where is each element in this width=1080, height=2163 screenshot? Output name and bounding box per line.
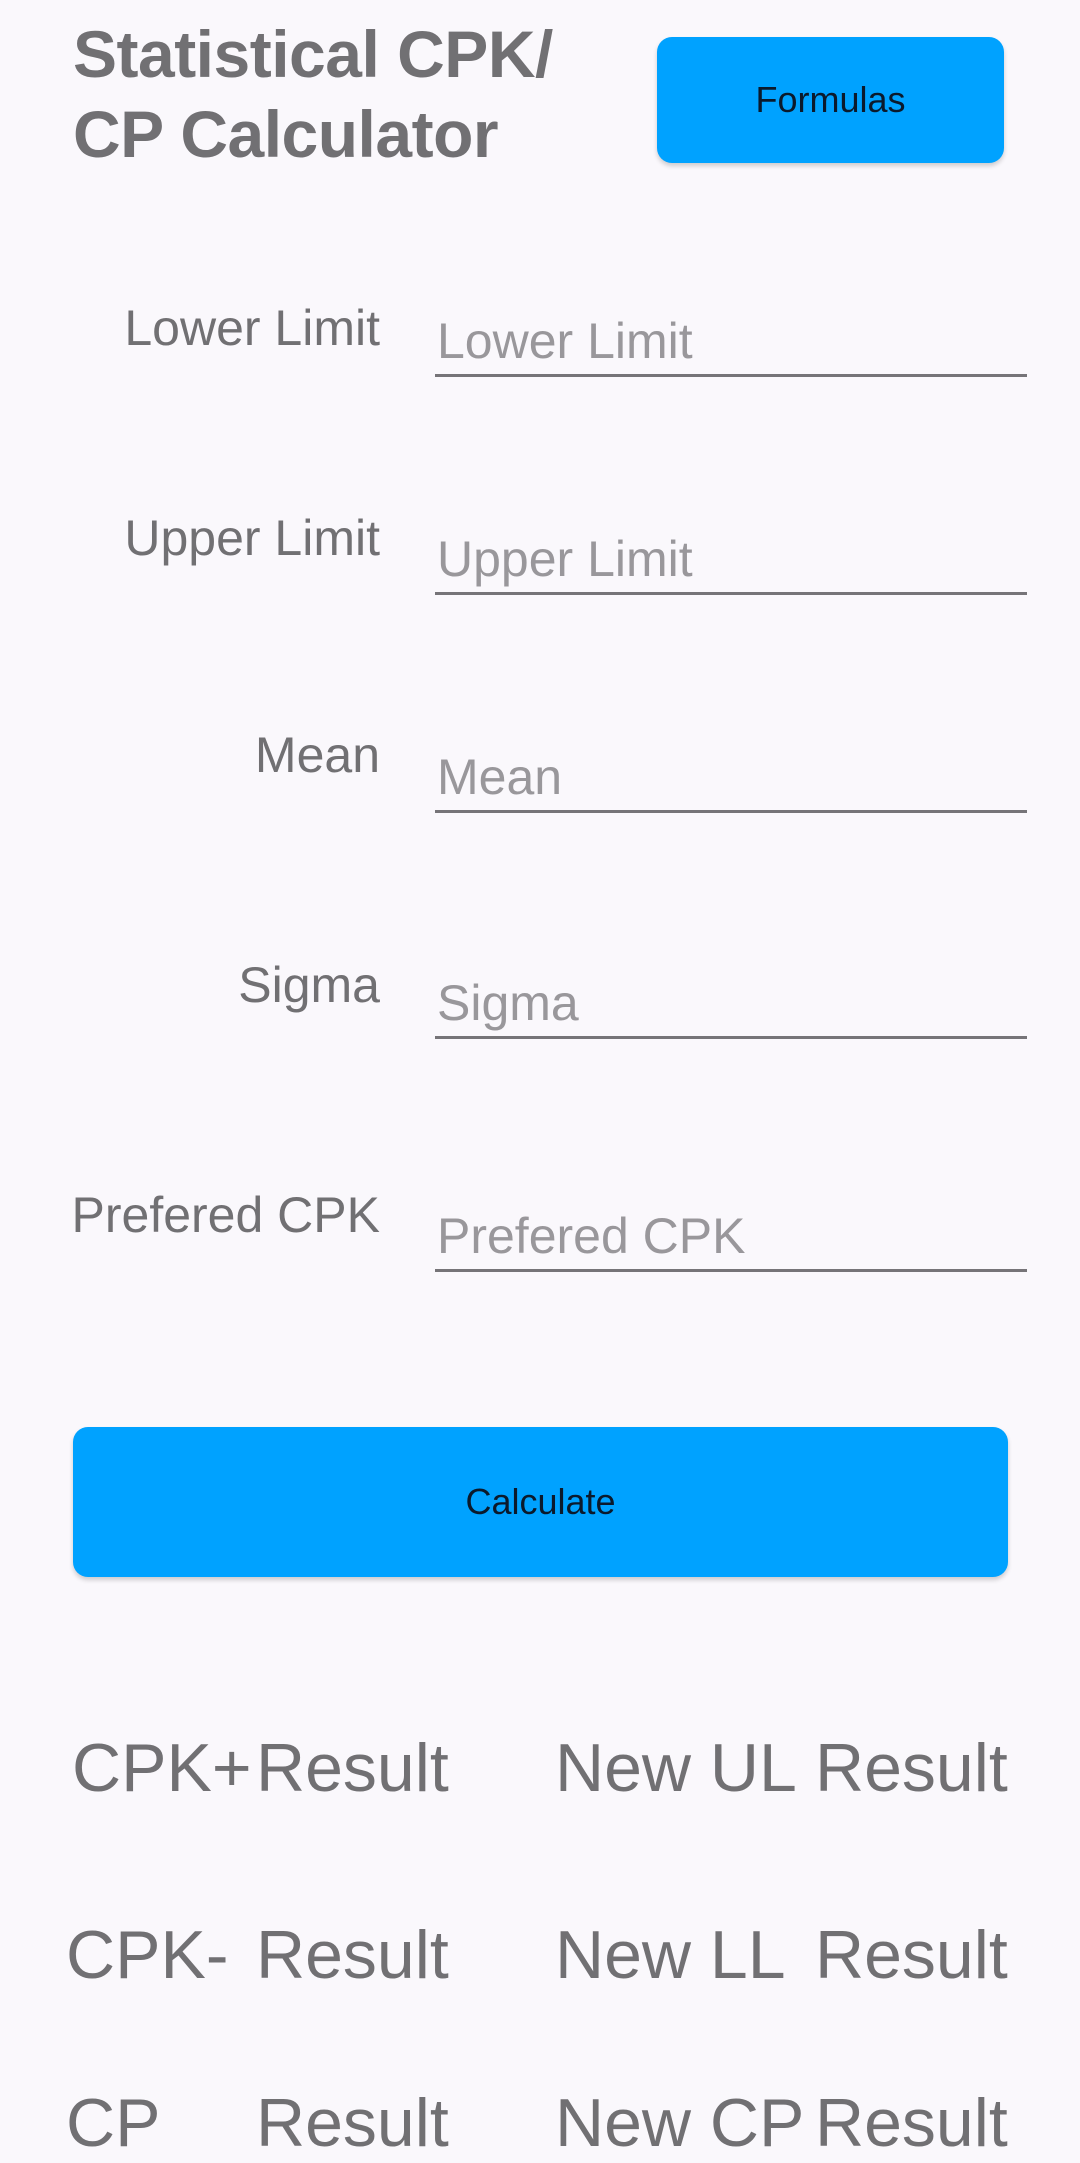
lower-limit-label: Lower Limit <box>124 300 380 356</box>
sigma-label: Sigma <box>238 957 380 1013</box>
new-ll-result: Result <box>815 1917 1008 1993</box>
title-line-2: CP Calculator <box>73 97 499 171</box>
cp-result: Result <box>256 2085 449 2161</box>
prefered-cpk-input[interactable] <box>435 1203 1027 1272</box>
prefered-cpk-label: Prefered CPK <box>71 1187 380 1243</box>
mean-input[interactable] <box>435 744 1027 813</box>
title-line-1: Statistical CPK/ <box>73 17 553 91</box>
cpk-plus-result: Result <box>256 1730 449 1806</box>
formulas-button[interactable]: Formulas <box>657 37 1004 163</box>
new-ul-label: New UL <box>555 1730 797 1806</box>
cpk-minus-result: Result <box>256 1917 449 1993</box>
cpk-minus-label: CPK- <box>66 1917 229 1993</box>
page-title: Statistical CPK/ CP Calculator <box>73 14 633 174</box>
upper-limit-input[interactable] <box>435 526 1027 595</box>
upper-limit-label: Upper Limit <box>124 510 380 566</box>
calculate-button[interactable]: Calculate <box>73 1427 1008 1577</box>
mean-label: Mean <box>254 727 380 783</box>
sigma-input[interactable] <box>435 970 1027 1039</box>
lower-limit-input[interactable] <box>435 308 1027 377</box>
cp-label: CP <box>66 2085 161 2161</box>
new-cp-result: Result <box>815 2085 1008 2161</box>
new-ll-label: New LL <box>555 1917 786 1993</box>
new-cp-label: New CP <box>555 2085 805 2161</box>
new-ul-result: Result <box>815 1730 1008 1806</box>
cpk-plus-label: CPK+ <box>72 1730 252 1806</box>
